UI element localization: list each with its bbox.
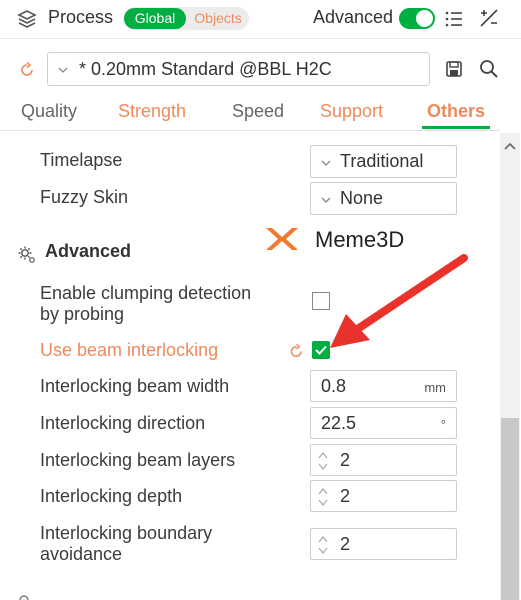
section-icon: [19, 595, 29, 600]
global-option[interactable]: Global: [124, 8, 186, 29]
timelapse-label: Timelapse: [40, 150, 123, 170]
boundary-value: 2: [340, 534, 351, 554]
layers-icon: [17, 10, 37, 28]
active-tab-indicator: [422, 126, 490, 129]
meme3d-logo-icon: [266, 228, 298, 250]
process-title: Process: [48, 7, 114, 27]
tab-speed[interactable]: Speed: [232, 101, 284, 122]
tab-strength[interactable]: Strength: [118, 101, 186, 122]
advanced-label: Advanced: [313, 7, 394, 27]
watermark-text: Meme3D: [315, 227, 405, 252]
advanced-section-title: Advanced: [45, 241, 132, 261]
beam-width-value: 0.8: [321, 376, 347, 396]
beam-layers-value: 2: [340, 450, 351, 470]
spin-arrows-icon[interactable]: [317, 450, 329, 472]
switch-knob: [416, 10, 433, 27]
chevron-down-icon: [58, 67, 68, 73]
tab-support[interactable]: Support: [320, 101, 383, 122]
beam-width-unit: mm: [424, 380, 446, 395]
preset-value: * 0.20mm Standard @BBL H2C: [79, 59, 332, 79]
fuzzy-skin-select[interactable]: None: [310, 182, 457, 215]
fuzzy-skin-value: None: [340, 188, 384, 208]
clumping-label-line1: Enable clumping detection: [40, 283, 252, 303]
scroll-up-icon[interactable]: [503, 141, 517, 151]
depth-label: Interlocking depth: [40, 486, 183, 506]
tab-divider: [0, 130, 500, 131]
objects-option[interactable]: Objects: [189, 8, 247, 29]
clumping-label-line2: by probing: [40, 304, 125, 324]
beam-width-label: Interlocking beam width: [40, 376, 230, 396]
chevron-down-icon: [321, 197, 331, 203]
boundary-label-line2: avoidance: [40, 544, 123, 564]
beam-interlocking-label: Use beam interlocking: [40, 340, 219, 360]
beam-width-input[interactable]: 0.8 mm: [310, 370, 457, 402]
timelapse-value: Traditional: [340, 151, 424, 171]
process-header: Process Global Objects Advanced: [0, 0, 521, 38]
depth-stepper[interactable]: 2: [310, 480, 457, 512]
fuzzy-skin-label: Fuzzy Skin: [40, 187, 129, 207]
chevron-down-icon: [321, 160, 331, 166]
depth-value: 2: [340, 486, 351, 506]
reset-icon[interactable]: [18, 61, 36, 79]
reset-icon[interactable]: [288, 343, 305, 360]
gear-icon: [18, 246, 35, 263]
scrollbar-thumb[interactable]: [501, 418, 519, 600]
direction-value: 22.5: [321, 413, 357, 433]
compare-icon[interactable]: [478, 7, 500, 29]
boundary-stepper[interactable]: 2: [310, 528, 457, 560]
boundary-label-line1: Interlocking boundary: [40, 523, 213, 543]
preset-select[interactable]: * 0.20mm Standard @BBL H2C: [47, 52, 430, 86]
boundary-label: Interlocking boundary avoidance: [40, 523, 290, 565]
header-divider: [0, 38, 521, 39]
direction-input[interactable]: 22.5 °: [310, 407, 457, 439]
red-arrow-icon: [330, 254, 468, 348]
list-icon[interactable]: [444, 9, 464, 29]
timelapse-select[interactable]: Traditional: [310, 145, 457, 178]
global-objects-toggle[interactable]: Global Objects: [123, 7, 249, 30]
save-icon[interactable]: [445, 60, 463, 78]
spin-arrows-icon[interactable]: [317, 486, 329, 508]
direction-unit: °: [440, 417, 446, 432]
tab-others[interactable]: Others: [427, 101, 485, 122]
beam-layers-label: Interlocking beam layers: [40, 450, 236, 470]
spin-arrows-icon[interactable]: [317, 534, 329, 556]
beam-layers-stepper[interactable]: 2: [310, 444, 457, 476]
direction-label: Interlocking direction: [40, 413, 206, 433]
search-icon[interactable]: [478, 58, 500, 80]
clumping-label: Enable clumping detection by probing: [40, 283, 290, 325]
advanced-switch[interactable]: [399, 8, 435, 29]
tab-quality[interactable]: Quality: [21, 101, 77, 122]
